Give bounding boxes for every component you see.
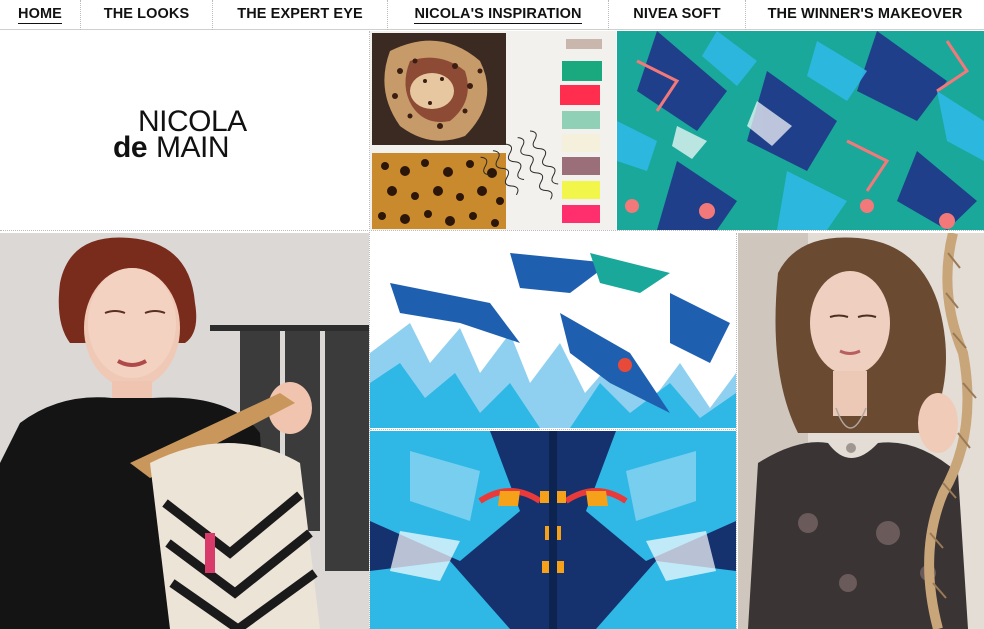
butterfly-print-image: [370, 431, 736, 629]
logo-tile[interactable]: NICOLA de MAIN: [0, 31, 369, 230]
column-separator-left: [369, 31, 370, 629]
nav-nicolas-inspiration[interactable]: NICOLA'S INSPIRATION: [388, 0, 609, 30]
tile-separator: [370, 429, 736, 430]
nav-home[interactable]: HOME: [0, 0, 81, 30]
swallows-print-tile[interactable]: [370, 233, 736, 428]
nav-the-winners-makeover[interactable]: THE WINNER'S MAKEOVER: [746, 0, 984, 30]
nav-nivea-soft[interactable]: NIVEA SOFT: [609, 0, 746, 30]
main-nav: HOME THE LOOKS THE EXPERT EYE NICOLA'S I…: [0, 0, 984, 30]
nicola-photo-tile[interactable]: [0, 233, 369, 629]
nav-the-looks[interactable]: THE LOOKS: [81, 0, 213, 30]
logo-de-text: de: [113, 131, 148, 164]
model-photo-tile[interactable]: [738, 233, 984, 629]
logo-main-text: MAIN: [156, 131, 230, 164]
butterfly-print-tile[interactable]: [370, 431, 736, 629]
nav-the-expert-eye[interactable]: THE EXPERT EYE: [213, 0, 388, 30]
teal-print-image: [617, 31, 984, 230]
column-separator-right: [736, 233, 737, 629]
teal-print-tile[interactable]: [617, 31, 984, 230]
moodboard-image: [372, 33, 602, 229]
model-photo-image: [738, 233, 984, 629]
nicola-photo-image: [0, 233, 369, 629]
moodboard-tile[interactable]: [370, 31, 616, 230]
swallows-print-image: [370, 233, 736, 428]
